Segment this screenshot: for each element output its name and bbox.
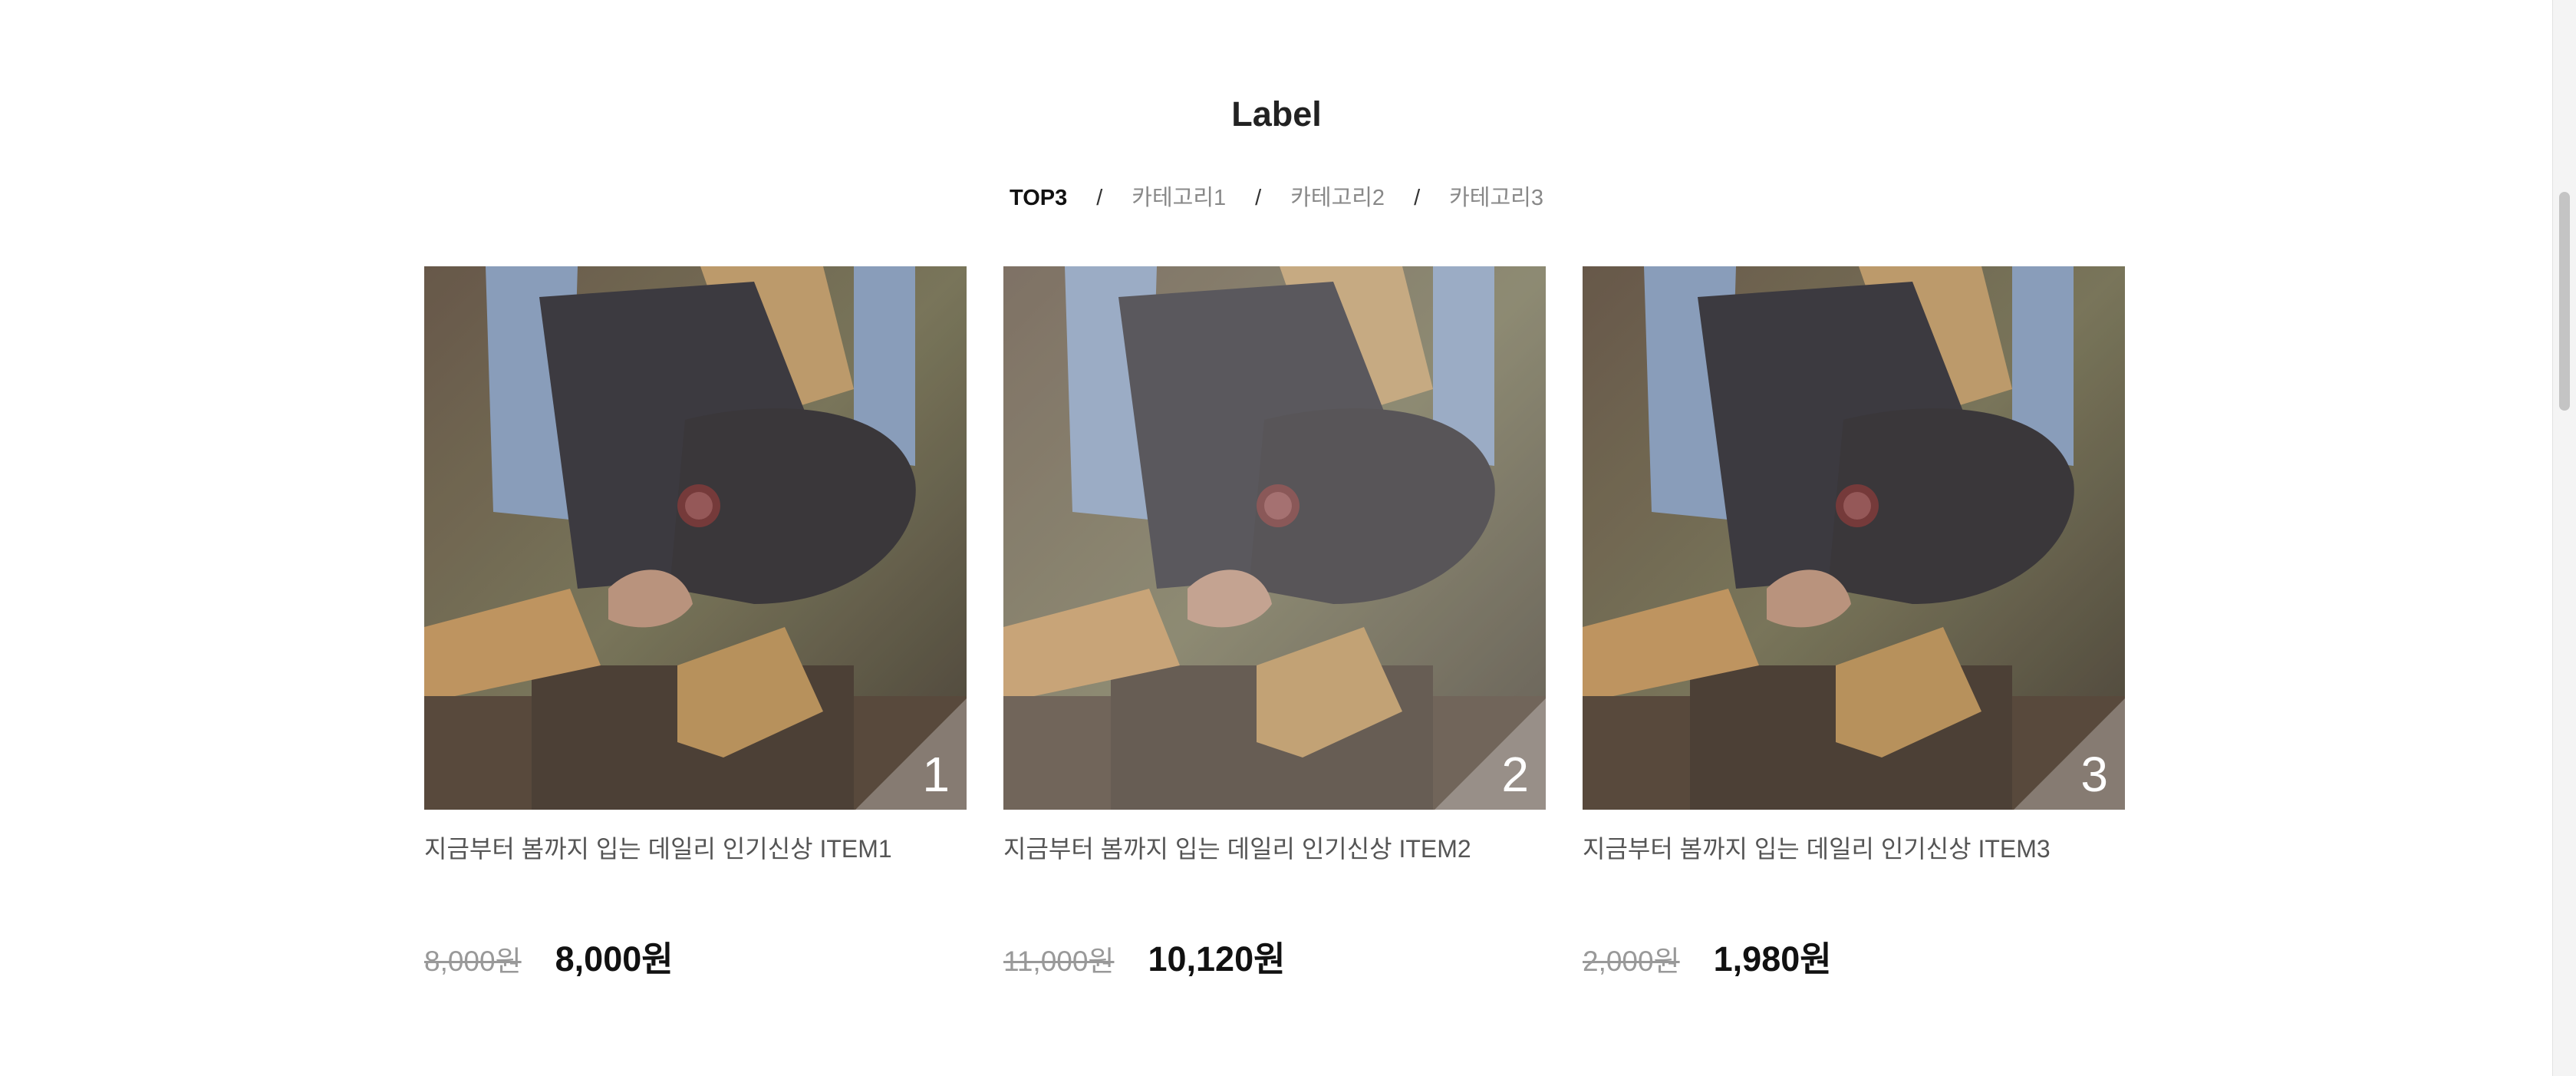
original-price: 11,000원 (1003, 946, 1115, 977)
product-image[interactable]: 2 (1003, 266, 1546, 810)
price-row: 11,000원 10,120원 (1003, 931, 1546, 981)
rank-corner (2014, 698, 2125, 810)
sale-price: 8,000원 (555, 939, 674, 979)
original-price: 8,000원 (424, 946, 522, 977)
tab-separator: / (1255, 186, 1262, 210)
tab-category3[interactable]: 카테고리3 (1449, 183, 1543, 213)
product-title[interactable]: 지금부터 봄까지 입는 데일리 인기신상 ITEM3 (1583, 831, 2125, 866)
product-image[interactable]: 3 (1583, 266, 2125, 810)
product-list: 1 지금부터 봄까지 입는 데일리 인기신상 ITEM1 8,000원 8,00… (424, 266, 2125, 981)
page: Label TOP3 / 카테고리1 / 카테고리2 / 카테고리3 1 지금부… (0, 0, 2576, 1076)
tab-separator: / (1096, 186, 1103, 210)
rank-number: 2 (1501, 747, 1529, 802)
sale-price: 10,120원 (1148, 939, 1286, 979)
product-title[interactable]: 지금부터 봄까지 입는 데일리 인기신상 ITEM1 (424, 831, 967, 866)
rank-number: 3 (2080, 747, 2108, 802)
category-tabs: TOP3 / 카테고리1 / 카테고리2 / 카테고리3 (0, 183, 2553, 213)
product-card[interactable]: 1 지금부터 봄까지 입는 데일리 인기신상 ITEM1 8,000원 8,00… (424, 266, 967, 981)
rank-corner (1435, 698, 1546, 810)
section-title: Label (1231, 94, 1322, 134)
original-price: 2,000원 (1583, 946, 1680, 977)
product-image[interactable]: 1 (424, 266, 967, 810)
tab-separator: / (1414, 186, 1421, 210)
tab-category1[interactable]: 카테고리1 (1132, 183, 1226, 213)
vertical-scrollbar[interactable] (2552, 0, 2576, 1076)
price-row: 8,000원 8,000원 (424, 931, 967, 981)
tab-top3[interactable]: TOP3 (1010, 183, 1067, 213)
rank-corner (855, 698, 967, 810)
rank-number: 1 (922, 747, 950, 802)
product-card[interactable]: 3 지금부터 봄까지 입는 데일리 인기신상 ITEM3 2,000원 1,98… (1583, 266, 2125, 981)
product-card[interactable]: 2 지금부터 봄까지 입는 데일리 인기신상 ITEM2 11,000원 10,… (1003, 266, 1546, 981)
sale-price: 1,980원 (1713, 939, 1832, 979)
price-row: 2,000원 1,980원 (1583, 931, 2125, 981)
product-title[interactable]: 지금부터 봄까지 입는 데일리 인기신상 ITEM2 (1003, 831, 1546, 866)
scrollbar-thumb[interactable] (2559, 192, 2570, 411)
tab-category2[interactable]: 카테고리2 (1290, 183, 1385, 213)
